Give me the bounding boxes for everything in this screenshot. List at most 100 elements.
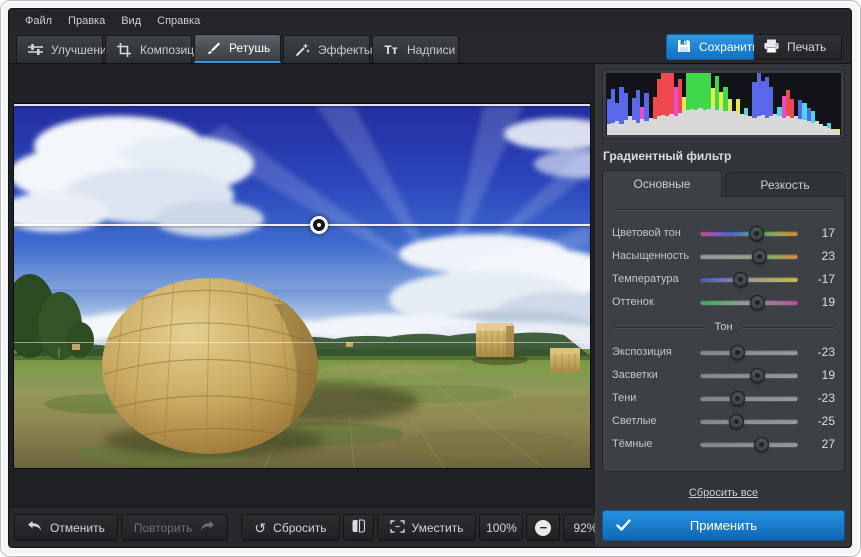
slider-track-bar[interactable] [700, 396, 798, 401]
menu-bar: Файл Правка Вид Справка [9, 9, 851, 32]
slider-track[interactable] [700, 413, 798, 430]
slider-handle[interactable] [752, 249, 767, 264]
slider-track-bar[interactable] [700, 373, 798, 378]
apply-button[interactable]: Применить [602, 510, 845, 541]
slider-track[interactable] [700, 248, 798, 265]
tab-captions[interactable]: Tт Надписи [372, 35, 459, 63]
photo-preview[interactable] [14, 104, 590, 468]
tab-label: Эффекты [318, 43, 373, 57]
gradient-filter-handle[interactable] [310, 216, 328, 234]
divider [613, 209, 834, 210]
slider-label: Тёмные [612, 438, 696, 450]
magic-wand-icon [294, 42, 310, 57]
menu-edit[interactable]: Правка [65, 13, 108, 29]
action-buttons: Сохранить Печать [666, 34, 842, 60]
filter-tabs: Основные Резкость [602, 170, 845, 197]
tab-sharpness[interactable]: Резкость [725, 172, 845, 197]
brush-icon [205, 41, 221, 56]
save-button[interactable]: Сохранить [666, 34, 754, 60]
crop-icon [116, 42, 132, 57]
slider-handle[interactable] [729, 414, 744, 429]
canvas-area[interactable] [9, 64, 594, 507]
redo-icon [199, 520, 215, 535]
slider-track-bar[interactable] [700, 419, 798, 424]
slider-value: 19 [807, 368, 835, 382]
tone-section-header: Тон [613, 321, 834, 333]
slider-track-bar[interactable] [700, 442, 798, 447]
slider-track-bar[interactable] [700, 300, 798, 305]
print-button[interactable]: Печать [754, 34, 842, 60]
photo-image [14, 104, 590, 468]
zoom-out-button[interactable]: − [526, 514, 560, 541]
slider-label: Цветовой тон [612, 227, 696, 239]
slider-track[interactable] [700, 367, 798, 384]
before-after-button[interactable] [343, 514, 374, 541]
tab-basic[interactable]: Основные [602, 170, 722, 197]
slider-track-bar[interactable] [700, 254, 798, 259]
menu-file[interactable]: Файл [22, 13, 55, 29]
save-label: Сохранить [699, 40, 759, 54]
slider-handle[interactable] [754, 437, 769, 452]
slider-handle[interactable] [730, 345, 745, 360]
undo-button[interactable]: Отменить [14, 514, 118, 541]
undo-label: Отменить [50, 521, 105, 535]
slider-handle[interactable] [750, 368, 765, 383]
slider-handle[interactable] [730, 391, 745, 406]
slider-value: -23 [807, 345, 835, 359]
tab-effects[interactable]: Эффекты [283, 35, 370, 63]
minus-icon: − [535, 520, 551, 536]
slider-handle[interactable] [749, 226, 764, 241]
slider-track[interactable] [700, 225, 798, 242]
slider-handle[interactable] [750, 295, 765, 310]
slider-value: 23 [807, 249, 835, 263]
slider-row: Оттенок 19 [612, 291, 835, 313]
reset-all-link[interactable]: Сбросить все [689, 487, 758, 499]
slider-track[interactable] [700, 344, 798, 361]
compare-icon [352, 519, 365, 536]
slider-track[interactable] [700, 390, 798, 407]
menu-help[interactable]: Справка [154, 13, 203, 29]
reset-all-row: Сбросить все [602, 483, 845, 501]
histogram [606, 73, 841, 135]
printer-icon [764, 39, 779, 56]
slider-label: Оттенок [612, 296, 696, 308]
check-icon [616, 519, 631, 534]
slider-track-bar[interactable] [700, 350, 798, 355]
menu-view[interactable]: Вид [118, 13, 144, 29]
tab-retouch[interactable]: Ретушь [194, 34, 281, 63]
redo-button[interactable]: Повторить [121, 514, 229, 541]
text-icon: Tт [383, 42, 399, 57]
apply-label: Применить [690, 518, 757, 533]
app-window: Файл Правка Вид Справка Улучшения Композ… [8, 8, 852, 548]
main-tab-bar: Улучшения Композиция Ретушь Эффекты Tт Н… [9, 32, 851, 64]
undo-icon [27, 520, 43, 535]
tab-improvements[interactable]: Улучшения [16, 35, 103, 63]
zoom-level-label: 92% [573, 521, 597, 535]
tab-composition[interactable]: Композиция [105, 35, 192, 63]
fit-button[interactable]: Уместить [377, 514, 477, 541]
slider-value: 17 [807, 226, 835, 240]
slider-value: -23 [807, 391, 835, 405]
slider-handle[interactable] [733, 272, 748, 287]
slider-track[interactable] [700, 436, 798, 453]
slider-track[interactable] [700, 294, 798, 311]
slider-track-bar[interactable] [700, 277, 798, 282]
slider-value: -17 [807, 272, 835, 286]
reset-button[interactable]: ↺ Сбросить [241, 514, 339, 541]
tab-label: Ретушь [229, 41, 270, 55]
reset-label: Сбросить [273, 521, 326, 535]
slider-label: Температура [612, 273, 696, 285]
tab-label: Улучшения [51, 43, 113, 57]
slider-label: Тени [612, 392, 696, 404]
slider-track[interactable] [700, 271, 798, 288]
slider-value: -25 [807, 414, 835, 428]
slider-value: 19 [807, 295, 835, 309]
slider-row: Засветки19 [612, 364, 835, 386]
content-area: Отменить Повторить ↺ Сбросить [9, 64, 851, 547]
zoom-100-button[interactable]: 100% [479, 514, 523, 541]
tone-sliders-group: Экспозиция-23Засветки19 Тени -23 Светлые-25… [612, 341, 835, 456]
slider-row: Светлые-25 [612, 410, 835, 432]
slider-row: Тёмные27 [612, 433, 835, 455]
filter-settings-panel: Цветовой тон17Насыщенность23Температура-… [602, 196, 845, 472]
slider-row: Экспозиция-23 [612, 341, 835, 363]
